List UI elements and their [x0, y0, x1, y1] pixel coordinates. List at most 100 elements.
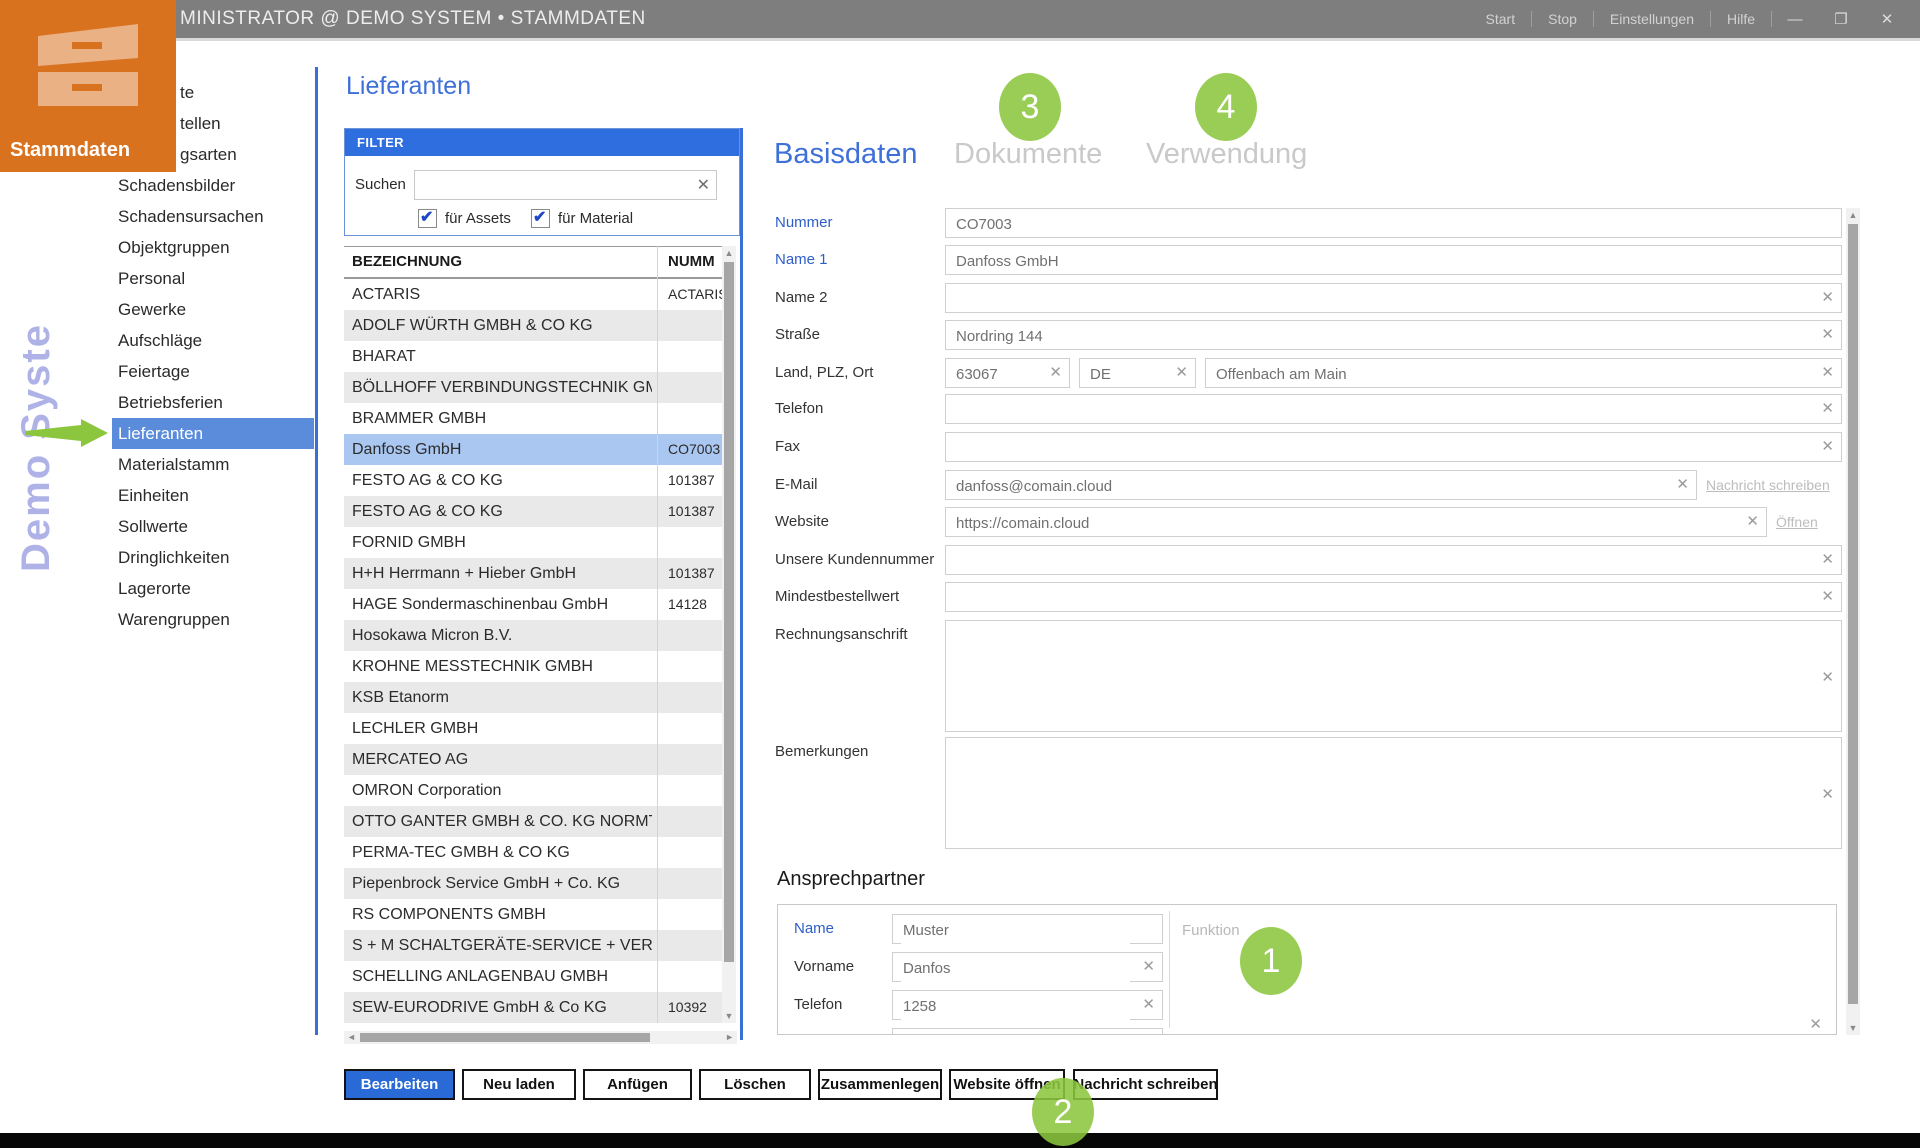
- kontakt-telefon-input[interactable]: [901, 992, 1130, 1020]
- kundennummer-input[interactable]: [954, 547, 1815, 575]
- minimize-button[interactable]: —: [1772, 11, 1818, 28]
- sidebar-item[interactable]: Warengruppen: [112, 604, 314, 635]
- checkbox-assets[interactable]: ✔für Assets: [418, 209, 511, 228]
- search-input[interactable]: [419, 171, 693, 199]
- sidebar-item[interactable]: Lagerorte: [112, 573, 314, 604]
- table-row[interactable]: Danfoss GmbHCO7003: [344, 434, 722, 465]
- clear-button[interactable]: ✕: [1821, 289, 1834, 307]
- table-row[interactable]: Piepenbrock Service GmbH + Co. KG: [344, 868, 722, 899]
- table-row[interactable]: KSB Etanorm: [344, 682, 722, 713]
- clear-button[interactable]: ✕: [1809, 1015, 1822, 1033]
- menu-item-einstellungen[interactable]: Einstellungen: [1594, 11, 1711, 27]
- fax-input[interactable]: [954, 434, 1815, 462]
- menu-item-stop[interactable]: Stop: [1532, 11, 1594, 27]
- bemerkungen-textarea[interactable]: [954, 742, 1813, 846]
- neu-laden-button[interactable]: Neu laden: [462, 1069, 576, 1100]
- plz-input[interactable]: [954, 360, 1043, 388]
- sidebar-item[interactable]: Materialstamm: [112, 449, 314, 480]
- write-message-link[interactable]: Nachricht schreiben: [1706, 470, 1830, 500]
- tab-basisdaten[interactable]: Basisdaten: [774, 138, 918, 171]
- funktion-input[interactable]: [1180, 914, 1564, 946]
- column-header-bezeichnung[interactable]: BEZEICHNUNG: [352, 247, 462, 277]
- table-row[interactable]: BHARAT: [344, 341, 722, 372]
- kontakt-vorname-input[interactable]: [901, 954, 1130, 982]
- sidebar-item[interactable]: Gewerke: [112, 294, 314, 325]
- table-row[interactable]: FORNID GMBH: [344, 527, 722, 558]
- table-row[interactable]: BRAMMER GMBH: [344, 403, 722, 434]
- table-row[interactable]: KROHNE MESSTECHNIK GMBH: [344, 651, 722, 682]
- clear-button[interactable]: ✕: [1821, 588, 1834, 606]
- scrollbar-thumb[interactable]: [724, 262, 734, 962]
- table-row[interactable]: PERMA-TEC GMBH & CO KG: [344, 837, 722, 868]
- clear-button[interactable]: ✕: [1746, 513, 1759, 531]
- table-row[interactable]: SCHELLING ANLAGENBAU GMBH: [344, 961, 722, 992]
- menu-item-hilfe[interactable]: Hilfe: [1711, 11, 1772, 27]
- scroll-up-icon[interactable]: ▲: [722, 248, 736, 258]
- sidebar-item[interactable]: Einheiten: [112, 480, 314, 511]
- scroll-right-icon[interactable]: ►: [725, 1031, 734, 1044]
- tab-verwendung[interactable]: Verwendung: [1146, 138, 1307, 171]
- stammdaten-tile[interactable]: Stammdaten: [0, 0, 176, 172]
- clear-button[interactable]: ✕: [1821, 326, 1834, 344]
- sidebar-item[interactable]: Dringlichkeiten: [112, 542, 314, 573]
- table-row[interactable]: S + M SCHALTGERÄTE-SERVICE + VERTRIEBS: [344, 930, 722, 961]
- rechnungsanschrift-textarea[interactable]: [954, 625, 1813, 729]
- clear-button[interactable]: ✕: [1821, 438, 1834, 456]
- scrollbar-thumb[interactable]: [360, 1033, 650, 1042]
- sidebar-item[interactable]: Sollwerte: [112, 511, 314, 542]
- clear-button[interactable]: ✕: [1821, 400, 1834, 418]
- sidebar-item[interactable]: Schadensbilder: [112, 170, 314, 201]
- clear-button[interactable]: ✕: [1821, 364, 1834, 382]
- kontakt-mobil-input[interactable]: [901, 1030, 1130, 1035]
- clear-button[interactable]: ✕: [1049, 364, 1062, 382]
- strasse-input[interactable]: [954, 322, 1815, 350]
- ort-input[interactable]: [1214, 360, 1815, 388]
- table-row[interactable]: OTTO GANTER GMBH & CO. KG NORMTEILE: [344, 806, 722, 837]
- scroll-left-icon[interactable]: ◄: [347, 1031, 356, 1044]
- clear-button[interactable]: ✕: [1175, 364, 1188, 382]
- clear-button[interactable]: ✕: [1142, 1034, 1155, 1035]
- land-input[interactable]: [1088, 360, 1169, 388]
- clear-button[interactable]: ✕: [1142, 958, 1155, 976]
- table-row[interactable]: MERCATEO AG: [344, 744, 722, 775]
- table-row[interactable]: OMRON Corporation: [344, 775, 722, 806]
- zusammenlegen-button[interactable]: Zusammenlegen: [818, 1069, 942, 1100]
- table-row[interactable]: SEW-EURODRIVE GmbH & Co KG10392: [344, 992, 722, 1023]
- telefon-input[interactable]: [954, 396, 1815, 424]
- column-header-nummer[interactable]: NUMM: [668, 247, 715, 277]
- website-input[interactable]: [954, 509, 1740, 537]
- table-row[interactable]: FESTO AG & CO KG101387: [344, 496, 722, 527]
- table-row[interactable]: ACTARISACTARIS: [344, 279, 722, 310]
- scroll-down-icon[interactable]: ▼: [722, 1011, 736, 1021]
- close-button[interactable]: ✕: [1864, 10, 1910, 28]
- clear-button[interactable]: ✕: [1142, 996, 1155, 1014]
- scroll-up-icon[interactable]: ▲: [1846, 210, 1860, 220]
- bearbeiten-button[interactable]: Bearbeiten: [344, 1069, 455, 1100]
- sidebar-item[interactable]: Feiertage: [112, 356, 314, 387]
- table-row[interactable]: FESTO AG & CO KG101387: [344, 465, 722, 496]
- email-input[interactable]: [954, 472, 1670, 500]
- tab-dokumente[interactable]: Dokumente: [954, 138, 1102, 171]
- table-row[interactable]: LECHLER GMBH: [344, 713, 722, 744]
- scroll-down-icon[interactable]: ▼: [1846, 1023, 1860, 1033]
- open-website-link[interactable]: Öffnen: [1776, 507, 1818, 537]
- scrollbar-thumb[interactable]: [1848, 224, 1858, 1004]
- maximize-button[interactable]: ❐: [1818, 10, 1864, 28]
- anf-gen-button[interactable]: Anfügen: [583, 1069, 692, 1100]
- sidebar-item-selected[interactable]: Lieferanten: [112, 418, 314, 449]
- mindestbestellwert-input[interactable]: [954, 584, 1815, 612]
- menu-item-start[interactable]: Start: [1470, 11, 1533, 27]
- clear-button[interactable]: ✕: [1821, 669, 1834, 687]
- table-row[interactable]: H+H Herrmann + Hieber GmbH101387: [344, 558, 722, 589]
- sidebar-item[interactable]: Personal: [112, 263, 314, 294]
- clear-button[interactable]: ✕: [1821, 551, 1834, 569]
- nachricht-schreiben-button[interactable]: Nachricht schreiben: [1073, 1069, 1218, 1100]
- name2-input[interactable]: [954, 285, 1815, 313]
- table-row[interactable]: RS COMPONENTS GMBH: [344, 899, 722, 930]
- clear-search-icon[interactable]: ✕: [697, 175, 710, 195]
- clear-button[interactable]: ✕: [1821, 786, 1834, 804]
- table-row[interactable]: BÖLLHOFF VERBINDUNGSTECHNIK GMBH: [344, 372, 722, 403]
- table-row[interactable]: Hosokawa Micron B.V.: [344, 620, 722, 651]
- checkbox-material[interactable]: ✔für Material: [531, 209, 633, 228]
- sidebar-item[interactable]: Schadensursachen: [112, 201, 314, 232]
